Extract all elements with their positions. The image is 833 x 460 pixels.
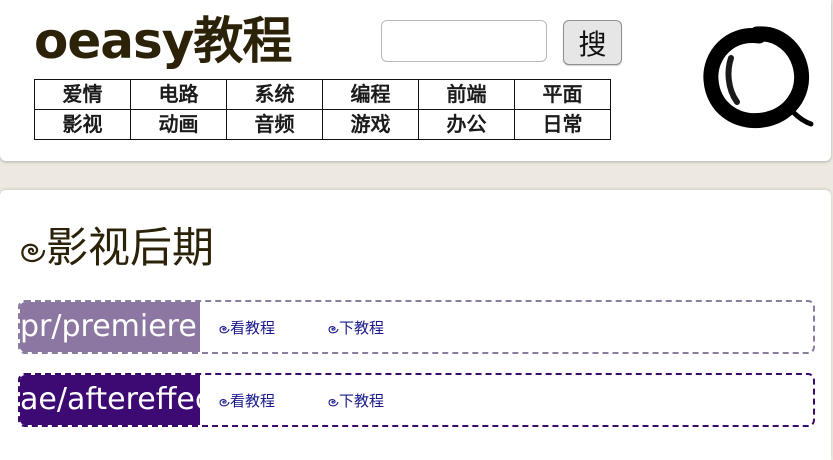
- category-item[interactable]: 平面: [514, 79, 611, 110]
- category-item[interactable]: 爱情: [34, 79, 131, 110]
- view-tutorial-label: 看教程: [230, 319, 276, 337]
- download-tutorial-link[interactable]: 下教程: [327, 302, 385, 352]
- category-item[interactable]: 编程: [322, 79, 419, 110]
- section-title-text: 影视后期: [46, 223, 215, 272]
- spiral-icon: [328, 326, 339, 334]
- search-button[interactable]: 搜: [563, 20, 622, 65]
- header: oeasy教程 搜 爱情 电路 系统 编程 前端 平面 影视 动画 音频 游戏 …: [0, 0, 831, 161]
- download-tutorial-link[interactable]: 下教程: [327, 375, 385, 425]
- section-title: 影视后期: [18, 218, 214, 278]
- download-tutorial-label: 下教程: [339, 319, 385, 337]
- category-item[interactable]: 办公: [418, 109, 515, 140]
- download-tutorial-label: 下教程: [339, 392, 385, 410]
- category-row: 影视 动画 音频 游戏 办公 日常: [34, 109, 611, 140]
- enso-ink-circle-icon[interactable]: [697, 18, 815, 133]
- category-nav: 爱情 电路 系统 编程 前端 平面 影视 动画 音频 游戏 办公 日常: [34, 79, 611, 140]
- category-item[interactable]: 影视: [34, 109, 131, 140]
- spiral-icon: [328, 399, 339, 407]
- category-item[interactable]: 系统: [226, 79, 323, 110]
- site-logo-text[interactable]: oeasy教程: [34, 6, 292, 76]
- search-input[interactable]: [381, 20, 547, 62]
- category-item[interactable]: 前端: [418, 79, 515, 110]
- category-item[interactable]: 动画: [130, 109, 227, 140]
- view-tutorial-link[interactable]: 看教程: [218, 375, 276, 425]
- category-item[interactable]: 音频: [226, 109, 323, 140]
- category-item[interactable]: 日常: [514, 109, 611, 140]
- tutorial-row-aftereffects: ae/aftereffects 看教程 下教程: [18, 373, 815, 427]
- spiral-icon: [219, 399, 230, 407]
- tutorial-label: pr/premiere: [20, 302, 200, 352]
- tutorial-row-premiere: pr/premiere 看教程 下教程: [18, 300, 815, 354]
- main-content: 影视后期 pr/premiere 看教程 下教程 ae/aftereffects…: [0, 190, 831, 460]
- view-tutorial-link[interactable]: 看教程: [218, 302, 276, 352]
- spiral-icon: [219, 326, 230, 334]
- view-tutorial-label: 看教程: [230, 392, 276, 410]
- category-item[interactable]: 电路: [130, 79, 227, 110]
- tutorial-label: ae/aftereffects: [20, 375, 200, 425]
- spiral-icon: [21, 243, 46, 263]
- category-item[interactable]: 游戏: [322, 109, 419, 140]
- category-row: 爱情 电路 系统 编程 前端 平面: [34, 79, 611, 110]
